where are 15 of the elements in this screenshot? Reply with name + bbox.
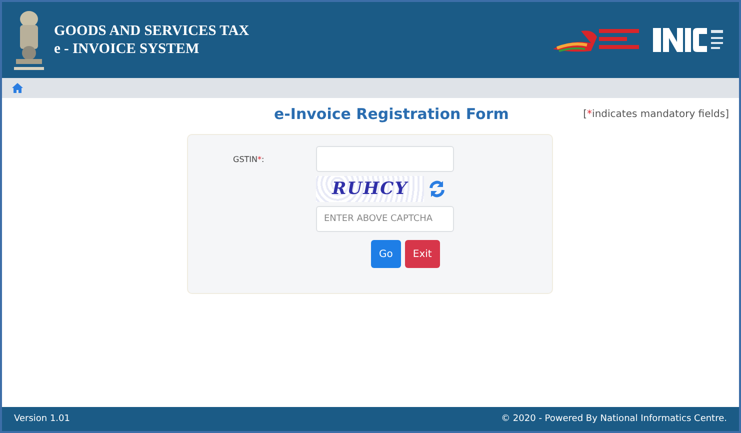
footer-credit: © 2020 - Powered By National Informatics Centre. bbox=[501, 414, 727, 424]
emblem-drawing bbox=[12, 9, 46, 71]
home-icon[interactable] bbox=[12, 83, 23, 93]
site-title: GOODS AND SERVICES TAX bbox=[54, 22, 250, 40]
captcha-input[interactable]: ENTER ABOVE CAPTCHA bbox=[316, 206, 454, 232]
refresh-icon[interactable] bbox=[428, 180, 446, 198]
mandatory-note: [*indicates mandatory fields] bbox=[583, 108, 729, 120]
gstin-label: GSTIN*: bbox=[232, 154, 266, 164]
gstin-input[interactable] bbox=[316, 146, 454, 172]
form-title: e-Invoice Registration Form bbox=[274, 105, 509, 123]
site-subtitle: e - INVOICE SYSTEM bbox=[54, 40, 200, 58]
exit-button[interactable]: Exit bbox=[404, 240, 440, 268]
captcha-image: RUHCY bbox=[316, 176, 424, 202]
go-button[interactable]: Go bbox=[371, 240, 401, 268]
version-text: Version 1.01 bbox=[14, 414, 70, 424]
